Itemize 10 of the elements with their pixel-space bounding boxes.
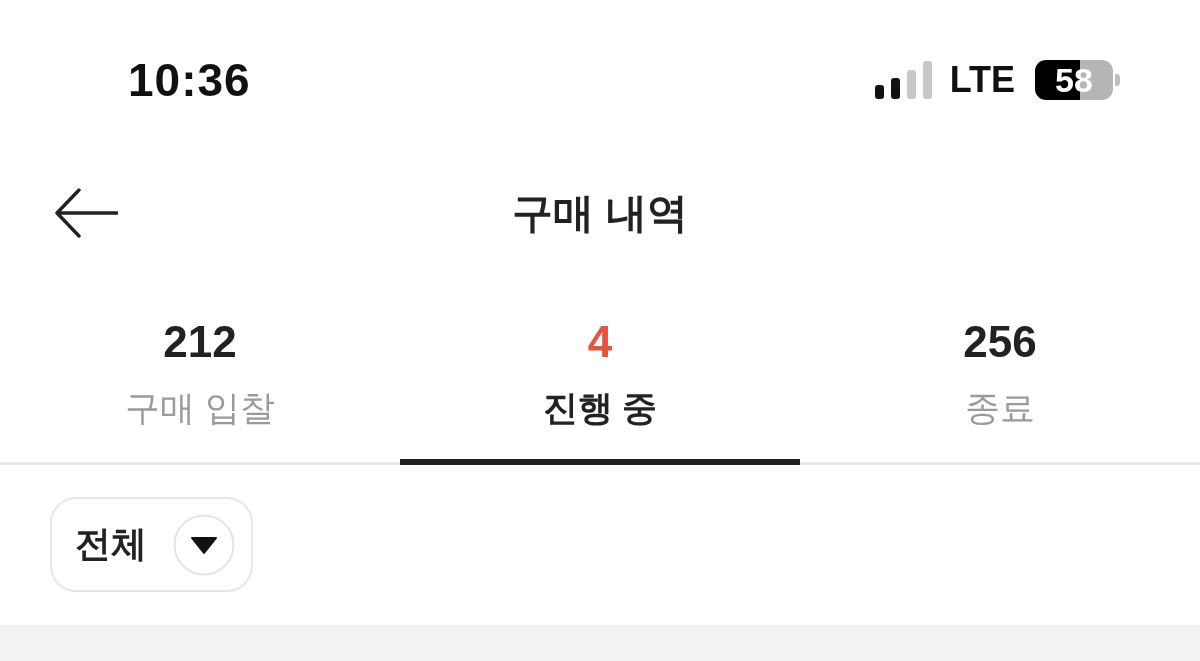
page-title: 구매 내역 (512, 188, 688, 238)
tab[interactable]: 256 종료 (800, 266, 1200, 465)
tab[interactable]: 212 구매 입찰 (0, 266, 400, 465)
network-type: LTE (949, 59, 1015, 101)
signal-bars-icon (874, 61, 933, 99)
caret-down-icon (173, 513, 235, 576)
tab[interactable]: 4 진행 중 (400, 266, 800, 465)
clock-time: 10:36 (128, 53, 251, 107)
back-arrow-icon[interactable] (54, 188, 118, 238)
filter-dropdown[interactable]: 전체 (50, 497, 253, 592)
